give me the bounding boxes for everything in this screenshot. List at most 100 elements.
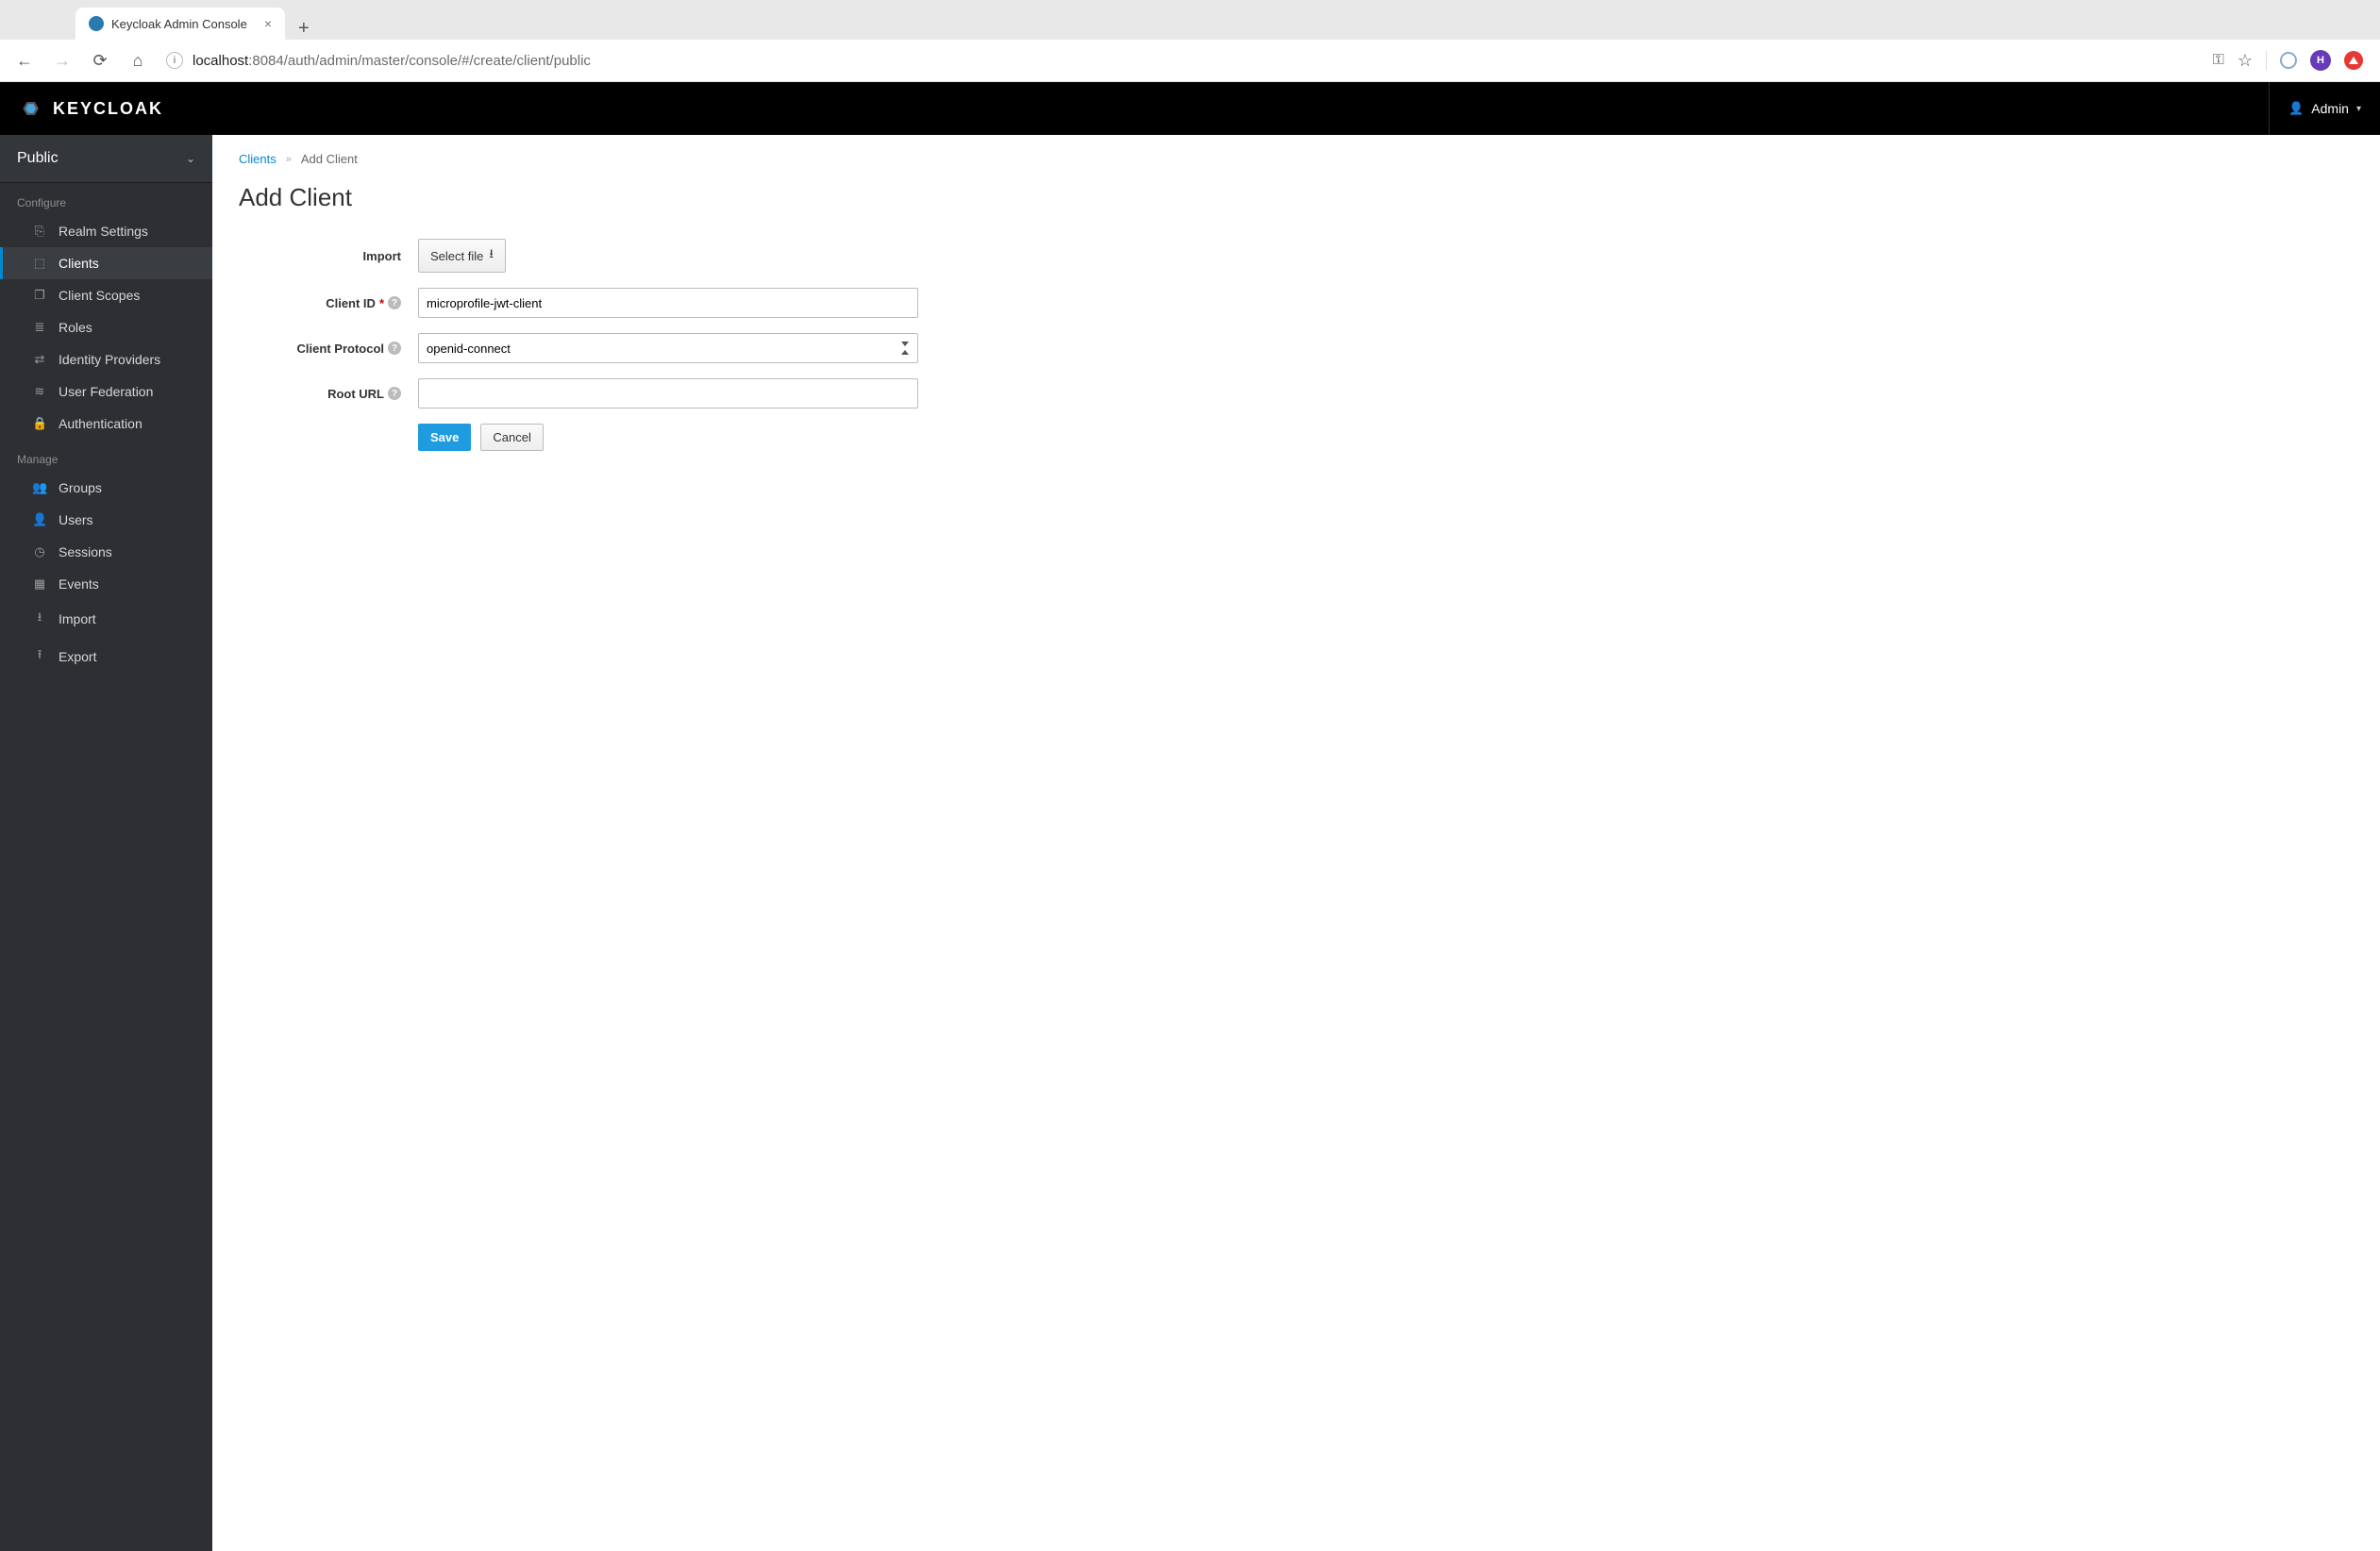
new-tab-button[interactable]: + [285,18,323,40]
sidebar-item-clients[interactable]: ⬚ Clients [0,247,212,279]
sidebar-item-label: Clients [59,256,99,271]
url-path: :8084/auth/admin/master/console/#/create… [248,53,591,69]
groups-icon: 👥 [32,480,47,495]
sidebar-item-groups[interactable]: 👥 Groups [0,472,212,504]
sidebar: Public ⌄ Configure ⎘ Realm Settings ⬚ Client… [0,135,212,1551]
extension-icon[interactable] [2280,52,2297,69]
select-file-label: Select file [430,249,483,263]
root-url-input[interactable] [418,378,918,409]
form-actions: Save Cancel [239,424,2354,451]
breadcrumb-parent-link[interactable]: Clients [239,152,277,166]
profile-avatar[interactable]: H [2310,50,2331,71]
user-federation-icon: ≋ [32,384,47,399]
row-root-url: Root URL ? [239,378,2354,409]
browser-tab[interactable]: Keycloak Admin Console × [75,8,285,40]
tab-title: Keycloak Admin Console [111,17,247,31]
user-label: Admin [2311,101,2349,116]
sidebar-item-user-federation[interactable]: ≋ User Federation [0,375,212,408]
password-key-icon[interactable]: ⚿ [2213,52,2224,69]
sidebar-item-label: Authentication [59,416,142,431]
sidebar-item-label: User Federation [59,384,153,399]
browser-toolbar: ← → ⟳ ⌂ i localhost:8084/auth/admin/mast… [0,40,2380,82]
nav-forward-button[interactable]: → [49,47,75,74]
keycloak-logo[interactable]: KEYCLOAK [19,98,163,119]
app-header: KEYCLOAK 👤 Admin ▾ [0,82,2380,135]
user-icon: 👤 [2288,101,2304,116]
required-asterisk: * [379,296,384,310]
sidebar-item-client-scopes[interactable]: ❐Client Scopes [0,279,212,311]
sidebar-item-idp[interactable]: ⇄ Identity Providers [0,343,212,375]
url-host: localhost [193,53,248,69]
divider [2266,51,2267,70]
realm-selector[interactable]: Public ⌄ [0,135,212,183]
keycloak-favicon-icon [89,16,104,31]
sidebar-item-export[interactable]: ⭱ Export [0,638,212,675]
sidebar-item-label: Import [59,611,96,626]
sidebar-section-label: Configure [0,183,212,215]
breadcrumb: Clients » Add Client [239,152,2354,166]
save-button[interactable]: Save [418,424,471,451]
browser-frame: Keycloak Admin Console × + ← → ⟳ ⌂ i loc… [0,0,2380,1551]
breadcrumb-separator-icon: » [286,154,292,165]
clients-icon: ⬚ [32,256,47,271]
help-icon[interactable]: ? [388,387,401,400]
brand-text: KEYCLOAK [53,99,163,119]
roles-icon: ≣ [32,320,47,335]
keycloak-app: KEYCLOAK 👤 Admin ▾ Public ⌄ Configure ⎘ Re… [0,82,2380,1551]
help-icon[interactable]: ? [388,342,401,355]
realm-settings-icon: ⎘ [32,224,47,239]
help-icon[interactable]: ? [388,296,401,309]
authentication-icon: 🔒 [32,416,47,431]
sidebar-item-label: Roles [59,320,92,335]
cancel-button[interactable]: Cancel [480,424,543,451]
realm-name: Public [17,150,59,167]
client-protocol-label: Client Protocol [297,342,384,356]
sidebar-item-events[interactable]: ▦Events [0,568,212,600]
keycloak-logo-icon [19,98,45,119]
import-file-icon: ⭳ [489,245,494,266]
select-file-button[interactable]: Select file ⭳ [418,239,506,273]
bookmark-star-icon[interactable]: ☆ [2238,51,2253,71]
client-protocol-select-wrap: openid-connect [418,333,918,363]
page-title: Add Client [239,183,2354,212]
sidebar-item-users[interactable]: 👤 Users [0,504,212,536]
sidebar-item-import[interactable]: ⭳ Import [0,600,212,638]
import-icon: ⭳ [32,609,47,629]
chevron-down-icon: ▾ [2356,104,2361,114]
sidebar-item-label: Users [59,512,93,527]
events-icon: ▦ [32,576,47,592]
sidebar-item-label: Sessions [59,544,112,559]
home-button[interactable]: ⌂ [125,47,151,74]
sidebar-item-authentication[interactable]: 🔒 Authentication [0,408,212,440]
sidebar-item-label: Identity Providers [59,352,160,367]
users-icon: 👤 [32,512,47,527]
browser-right-icons: ⚿ ☆ H [2213,50,2369,71]
sidebar-item-label: Export [59,649,96,664]
sessions-icon: ◷ [32,544,47,559]
import-label: Import [363,249,401,263]
sidebar-item-label: Groups [59,480,102,495]
sidebar-item-label: Client Scopes [59,288,140,303]
nav-back-button[interactable]: ← [11,47,38,74]
reload-button[interactable]: ⟳ [87,47,113,74]
tab-close-icon[interactable]: × [264,16,272,31]
notification-badge-icon[interactable] [2344,51,2363,70]
client-protocol-select[interactable]: openid-connect [418,333,918,363]
export-icon: ⭱ [32,646,47,667]
sidebar-item-roles[interactable]: ≣ Roles [0,311,212,343]
client-id-input[interactable] [418,288,918,318]
site-info-icon[interactable]: i [166,52,183,69]
browser-tabstrip: Keycloak Admin Console × + [0,0,2380,40]
sidebar-item-realm-settings[interactable]: ⎘ Realm Settings [0,215,212,247]
sidebar-item-label: Realm Settings [59,224,148,239]
idp-icon: ⇄ [32,352,47,367]
client-id-label: Client ID [326,296,376,310]
root-url-label: Root URL [327,387,384,401]
user-menu[interactable]: 👤 Admin ▾ [2269,82,2361,135]
row-client-id: Client ID * ? [239,288,2354,318]
sidebar-item-sessions[interactable]: ◷ Sessions [0,536,212,568]
row-client-protocol: Client Protocol ? openid-connect [239,333,2354,363]
main-content: Clients » Add Client Add Client Import S… [212,135,2380,1551]
app-body: Public ⌄ Configure ⎘ Realm Settings ⬚ Client… [0,135,2380,1551]
url-bar[interactable]: i localhost:8084/auth/admin/master/conso… [162,52,2202,69]
